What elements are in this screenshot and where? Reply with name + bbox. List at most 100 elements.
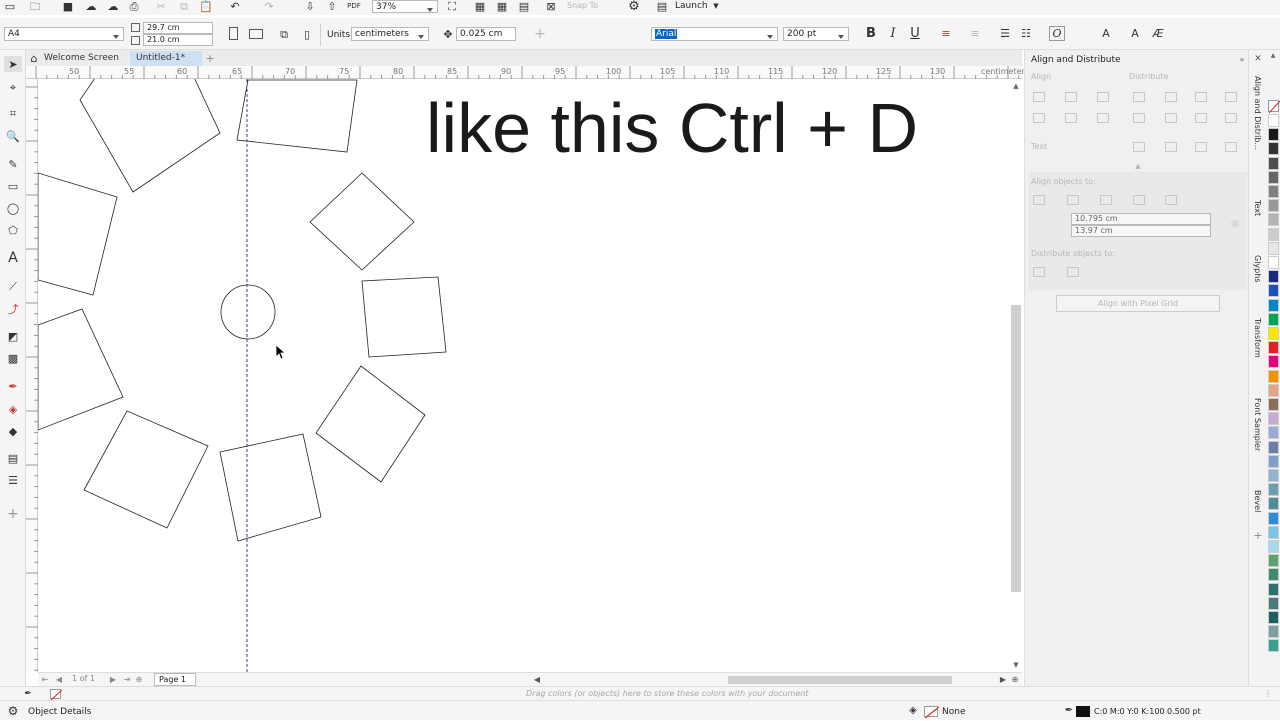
- show-grid-icon[interactable]: ▦: [496, 0, 508, 12]
- prev-page-icon[interactable]: ◀: [54, 674, 64, 685]
- palette-swatch[interactable]: [1268, 241, 1279, 255]
- text-properties-icon[interactable]: O: [1049, 26, 1065, 41]
- shape-tool-icon[interactable]: ⌖: [4, 79, 22, 95]
- new-document-icon[interactable]: ▭: [4, 0, 16, 12]
- scroll-down-icon[interactable]: ▼: [1011, 660, 1021, 670]
- distribute-middle-icon[interactable]: [1165, 113, 1177, 123]
- crop-tool-icon[interactable]: ⌗: [4, 105, 22, 121]
- rotated-square[interactable]: [219, 433, 322, 542]
- cut-icon[interactable]: ✂: [155, 0, 167, 12]
- add-icon[interactable]: +: [533, 27, 547, 41]
- canvas-artistic-text[interactable]: like this Ctrl + D: [426, 87, 918, 169]
- align-top-icon[interactable]: [1033, 113, 1045, 123]
- palette-swatch[interactable]: [1268, 341, 1279, 355]
- align-pixel-grid-button[interactable]: Align with Pixel Grid: [1056, 295, 1220, 312]
- palette-swatch[interactable]: [1268, 540, 1279, 553]
- pattern-icon[interactable]: ▤: [4, 450, 22, 466]
- interactive-fill-icon[interactable]: ◈: [4, 401, 22, 417]
- palette-swatch[interactable]: [1268, 611, 1279, 624]
- page-1-tab[interactable]: Page 1: [154, 673, 196, 686]
- palette-swatch[interactable]: [1268, 142, 1279, 156]
- snap-icon[interactable]: ⊠: [545, 0, 557, 12]
- launch-button[interactable]: Launch: [675, 1, 708, 11]
- text-align-icon-1[interactable]: [1133, 142, 1145, 152]
- align-right-icon[interactable]: [1097, 92, 1109, 102]
- polygon-tool-icon[interactable]: ⬠: [4, 222, 22, 238]
- text-alignment-icon[interactable]: ≡: [938, 26, 954, 40]
- vertical-ruler[interactable]: [26, 79, 38, 672]
- palette-swatch[interactable]: [1268, 582, 1279, 596]
- text-align-icon-3[interactable]: [1195, 142, 1207, 152]
- side-tab-text[interactable]: Text: [1253, 200, 1262, 216]
- paragraph-icon[interactable]: ☷: [1019, 26, 1033, 40]
- align-to-page-center-icon[interactable]: [1100, 195, 1112, 205]
- palette-swatch[interactable]: [1268, 227, 1279, 241]
- rotated-square[interactable]: [83, 410, 209, 529]
- text-tool-icon[interactable]: A: [4, 250, 22, 266]
- side-tab-bevel[interactable]: Bevel: [1253, 490, 1262, 512]
- outline-color-swatch[interactable]: [1076, 706, 1090, 717]
- palette-swatch[interactable]: [1268, 398, 1279, 411]
- units-dropdown[interactable]: centimeters: [351, 27, 429, 41]
- full-screen-icon[interactable]: ⛶: [446, 0, 458, 12]
- bullet-list-icon[interactable]: ☰: [998, 26, 1012, 40]
- palette-swatch[interactable]: [1268, 497, 1279, 511]
- open-folder-icon[interactable]: 🗀: [28, 0, 42, 12]
- palette-swatch[interactable]: [1268, 270, 1279, 284]
- distribute-to-page-icon[interactable]: [1067, 267, 1079, 277]
- distribute-top-icon[interactable]: [1133, 113, 1145, 123]
- italic-icon[interactable]: I: [886, 26, 900, 40]
- drop-shadow-icon[interactable]: ◩: [4, 328, 22, 344]
- y-position-field[interactable]: 13.97 cm: [1071, 225, 1211, 237]
- palette-swatch[interactable]: [1268, 355, 1279, 369]
- page-size-dropdown[interactable]: A4: [4, 27, 124, 41]
- document-no-color-swatch[interactable]: [50, 689, 63, 701]
- palette-swatch[interactable]: [1268, 128, 1279, 142]
- docker-expand-icon[interactable]: »: [1237, 55, 1247, 65]
- palette-swatch[interactable]: [1268, 426, 1279, 440]
- chevron-down-icon[interactable]: ▼: [711, 1, 721, 11]
- options-gear-icon[interactable]: ⚙: [627, 0, 641, 13]
- vertical-text-icon[interactable]: Æ: [1150, 26, 1166, 41]
- palette-swatch[interactable]: [1268, 412, 1279, 426]
- palette-scroll-up-icon[interactable]: ▲: [1268, 52, 1278, 60]
- palette-swatch[interactable]: [1268, 284, 1279, 298]
- vertical-scroll-thumb[interactable]: [1011, 305, 1021, 592]
- next-page-icon[interactable]: ▶: [108, 674, 118, 685]
- undo-icon[interactable]: ↶: [228, 0, 242, 12]
- connector-tool-icon[interactable]: ⤴: [4, 301, 22, 317]
- x-position-field[interactable]: 10.795 cm: [1071, 213, 1211, 225]
- align-left-icon[interactable]: [1033, 92, 1045, 102]
- palette-swatch[interactable]: [1268, 596, 1279, 610]
- palette-swatch[interactable]: [1268, 199, 1279, 213]
- portrait-icon[interactable]: [229, 27, 238, 40]
- pick-tool-icon[interactable]: ➤: [4, 56, 22, 72]
- palette-swatch[interactable]: [1268, 511, 1279, 525]
- export-icon[interactable]: ⇧: [326, 0, 338, 12]
- bold-icon[interactable]: B: [864, 26, 878, 40]
- launch-icon[interactable]: ▤: [656, 0, 668, 12]
- palette-swatch[interactable]: [1268, 298, 1279, 312]
- palette-swatch[interactable]: [1268, 625, 1279, 639]
- palette-swatch[interactable]: [1268, 170, 1279, 184]
- horizontal-text-icon[interactable]: A: [1127, 26, 1143, 41]
- align-icon-ghost[interactable]: ≡: [968, 26, 982, 40]
- palette-swatch[interactable]: [1268, 383, 1279, 397]
- document-palette-menu-icon[interactable]: ⋮: [1262, 688, 1274, 700]
- scroll-left-icon[interactable]: ◀: [532, 674, 542, 685]
- align-to-page-edge-icon[interactable]: [1067, 195, 1079, 205]
- page-height-field[interactable]: 21.0 cm: [143, 34, 213, 46]
- distribute-vspacing-icon[interactable]: [1195, 113, 1207, 123]
- print-icon[interactable]: ⎙: [128, 0, 140, 12]
- current-page-icon[interactable]: ▯: [300, 27, 314, 41]
- show-rulers-icon[interactable]: ▦: [474, 0, 486, 12]
- cloud-sync-icon[interactable]: ☁: [107, 0, 119, 12]
- palette-swatch[interactable]: [1268, 185, 1279, 198]
- pdf-icon[interactable]: PDF: [347, 0, 361, 12]
- adjust-icon[interactable]: ☰: [4, 472, 22, 488]
- cloud-upload-icon[interactable]: ☁: [85, 0, 97, 12]
- add-docker-icon[interactable]: +: [1253, 530, 1263, 541]
- align-to-active-icon[interactable]: [1033, 195, 1045, 205]
- distribute-right-icon[interactable]: [1225, 92, 1237, 102]
- tab-welcome-screen[interactable]: Welcome Screen: [42, 51, 128, 65]
